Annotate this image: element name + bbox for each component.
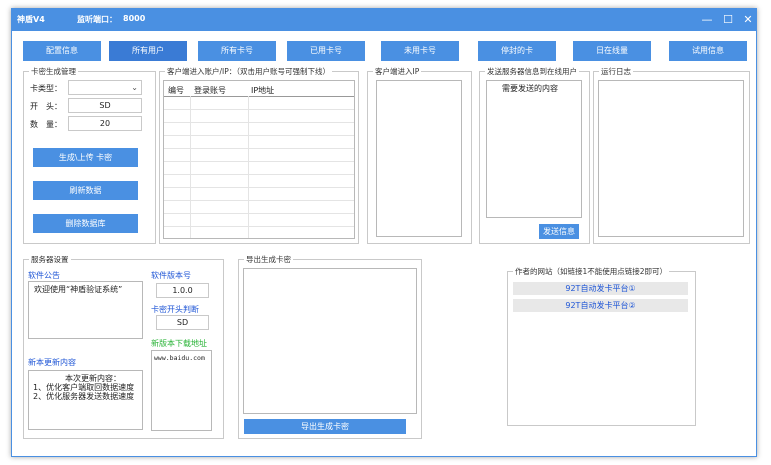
download-url: www.baidu.com	[154, 354, 205, 362]
card-type-label: 卡类型：	[30, 84, 62, 93]
table-row	[164, 135, 354, 136]
col-ip-header: IP地址	[251, 86, 275, 95]
send-msg-textarea[interactable]: 需要发送的内容	[486, 80, 582, 218]
notice-label: 软件公告	[28, 271, 60, 280]
update-text: 本次更新内容： 1、优化客户端取回数据速度 2、优化服务器发送数据速度	[33, 374, 135, 401]
log-title: 运行日志	[599, 66, 633, 77]
tab-unused-cards[interactable]: 未用卡号	[381, 41, 459, 61]
author-title: 作者的网站（如链接1不能使用点链接2即可）	[513, 266, 670, 277]
prefix-label: 开 头：	[30, 102, 62, 111]
update-textarea[interactable]: 本次更新内容： 1、优化客户端取回数据速度 2、优化服务器发送数据速度	[28, 370, 143, 430]
tab-used-cards[interactable]: 已用卡号	[287, 41, 365, 61]
prefix-input[interactable]: SD	[68, 98, 142, 113]
export-textarea[interactable]	[243, 268, 417, 414]
table-header-line	[164, 96, 354, 97]
table-row	[164, 213, 354, 214]
table-col-line	[248, 96, 249, 238]
tab-config[interactable]: 配置信息	[23, 41, 101, 61]
tab-all-cards[interactable]: 所有卡号	[198, 41, 276, 61]
version-label: 软件版本号	[151, 271, 191, 280]
server-settings-title: 服务器设置	[29, 254, 71, 265]
table-row	[164, 226, 354, 227]
accounts-table[interactable]: 编号 登录账号 IP地址	[163, 80, 355, 239]
col-account-header: 登录账号	[194, 86, 226, 95]
main-window: 神盾V4 监听端口： 8000 — ☐ ✕ 配置信息 所有用户 所有卡号 已用卡…	[11, 8, 757, 457]
port-label: 监听端口：	[77, 15, 117, 24]
download-textarea[interactable]: www.baidu.com	[151, 350, 212, 431]
table-row	[164, 122, 354, 123]
author-link-1[interactable]: 92T自动发卡平台①	[513, 282, 688, 295]
generate-upload-button[interactable]: 生成\上传 卡密	[33, 148, 138, 167]
chevron-down-icon: ⌄	[131, 83, 138, 92]
minimize-icon[interactable]: —	[697, 11, 717, 29]
send-message-button[interactable]: 发送信息	[539, 224, 579, 239]
notice-text: 欢迎使用“神盾验证系统”	[34, 285, 123, 294]
log-textarea[interactable]	[598, 80, 744, 237]
card-prefix-label: 卡密开头判断	[151, 305, 199, 314]
update-label: 新本更新内容	[28, 358, 76, 367]
notice-textarea[interactable]: 欢迎使用“神盾验证系统”	[28, 281, 143, 339]
card-type-select[interactable]: ⌄	[68, 80, 142, 95]
send-msg-content: 需要发送的内容	[502, 84, 558, 93]
port-value: 8000	[123, 14, 146, 23]
table-row	[164, 148, 354, 149]
close-icon[interactable]: ✕	[738, 11, 756, 29]
tab-daily-online[interactable]: 日在线量	[573, 41, 651, 61]
card-gen-title: 卡密生成管理	[29, 66, 78, 77]
client-ip-list[interactable]	[376, 80, 462, 237]
download-label: 新版本下载地址	[151, 339, 207, 348]
export-title: 导出生成卡密	[244, 254, 293, 265]
window-title: 神盾V4	[17, 15, 45, 24]
tab-banned-cards[interactable]: 停封的卡	[478, 41, 556, 61]
delete-database-button[interactable]: 删除数据库	[33, 214, 138, 233]
table-row	[164, 187, 354, 188]
count-label: 数 量：	[30, 120, 62, 129]
col-id-header: 编号	[168, 86, 184, 95]
export-cards-button[interactable]: 导出生成卡密	[244, 419, 406, 434]
send-msg-title: 发送服务器信息到在线用户	[485, 66, 579, 77]
count-input[interactable]: 20	[68, 116, 142, 131]
table-col-line	[190, 96, 191, 238]
tab-trial-info[interactable]: 试用信息	[669, 41, 747, 61]
title-bar[interactable]: 神盾V4 监听端口： 8000 — ☐ ✕	[12, 9, 756, 31]
author-link-2[interactable]: 92T自动发卡平台②	[513, 299, 688, 312]
table-row	[164, 200, 354, 201]
table-row	[164, 174, 354, 175]
tab-all-users[interactable]: 所有用户	[109, 41, 187, 61]
client-ip-title: 客户端进入IP	[373, 66, 422, 77]
accounts-title: 客户端进入账户/IP：（双击用户账号可强制下线）	[165, 66, 333, 77]
version-input[interactable]: 1.0.0	[156, 283, 209, 298]
refresh-data-button[interactable]: 刷新数据	[33, 181, 138, 200]
table-row	[164, 161, 354, 162]
card-prefix-input[interactable]: SD	[156, 315, 209, 330]
maximize-icon[interactable]: ☐	[718, 11, 738, 29]
table-row	[164, 109, 354, 110]
